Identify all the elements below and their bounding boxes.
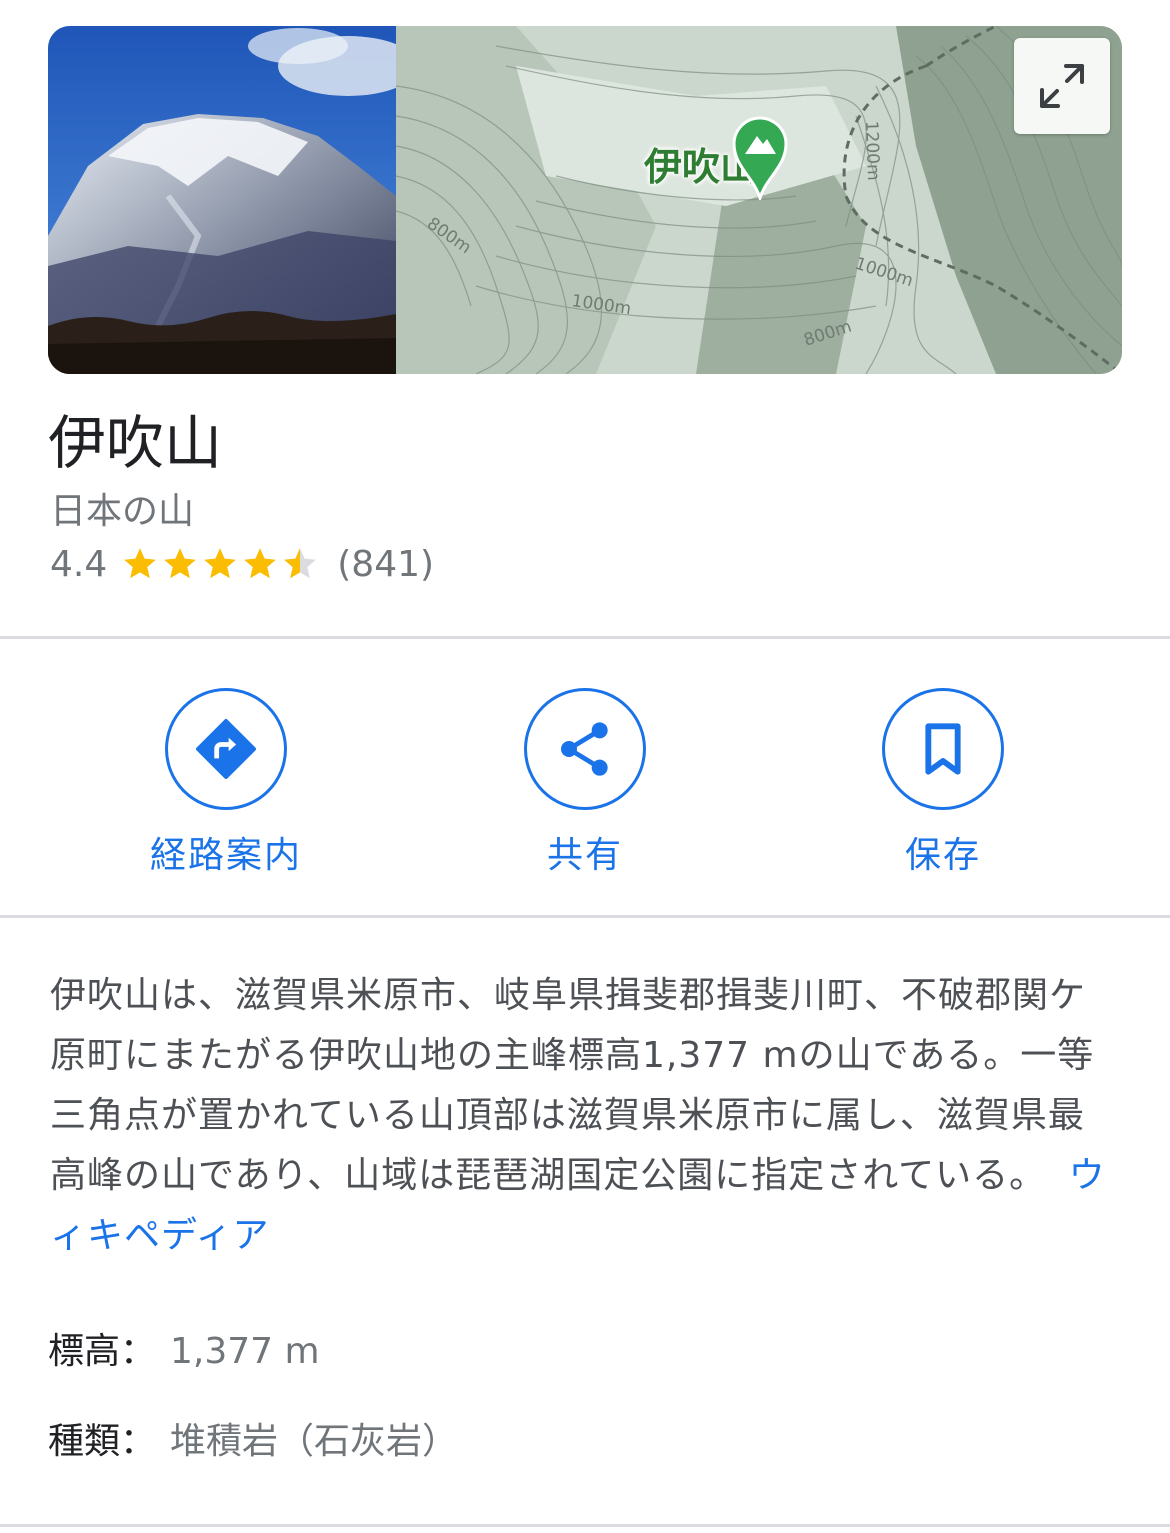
rating-value: 4.4 bbox=[50, 543, 108, 585]
hero-media: 800m 1000m 1200m 1000m 800m 伊吹山 bbox=[48, 26, 1122, 374]
star-icon bbox=[244, 548, 277, 579]
directions-label: 経路案内 bbox=[149, 835, 302, 876]
contour-label: 1200m bbox=[861, 120, 883, 180]
rating-row[interactable]: 4.4 (841) bbox=[50, 542, 434, 586]
place-title: 伊吹山 bbox=[48, 409, 223, 477]
action-bar: 経路案内 共有 保存 bbox=[0, 688, 1170, 878]
save-button[interactable]: 保存 bbox=[813, 688, 1073, 878]
directions-circle bbox=[165, 688, 287, 810]
fact-rock-type: 種類： 堆積岩（石灰岩） bbox=[48, 1412, 458, 1464]
fact-value[interactable]: 堆積岩（石灰岩） bbox=[170, 1421, 458, 1462]
save-label: 保存 bbox=[904, 835, 981, 876]
fact-value: 1,377 m bbox=[170, 1331, 320, 1372]
share-button[interactable]: 共有 bbox=[455, 688, 715, 878]
divider bbox=[0, 915, 1170, 918]
divider bbox=[0, 1524, 1170, 1527]
directions-icon bbox=[196, 719, 256, 779]
fact-key: 種類： bbox=[48, 1421, 157, 1462]
mountain-pin-icon[interactable] bbox=[730, 114, 790, 200]
mountain-photo[interactable] bbox=[48, 26, 396, 374]
share-label: 共有 bbox=[546, 835, 623, 876]
share-circle bbox=[524, 688, 646, 810]
star-rating bbox=[121, 545, 321, 583]
bookmark-icon bbox=[925, 723, 961, 775]
star-icon bbox=[124, 548, 157, 579]
expand-icon bbox=[1040, 64, 1084, 108]
star-icon bbox=[204, 548, 237, 579]
place-category: 日本の山 bbox=[50, 491, 195, 532]
divider bbox=[0, 636, 1170, 639]
share-icon bbox=[561, 722, 608, 776]
description: 伊吹山は、滋賀県米原市、岐阜県揖斐郡揖斐川町、不破郡関ケ原町にまたがる伊吹山地の… bbox=[50, 966, 1120, 1266]
fact-key: 標高： bbox=[48, 1331, 157, 1372]
fact-elevation: 標高： 1,377 m bbox=[48, 1322, 320, 1374]
save-circle bbox=[882, 688, 1004, 810]
expand-map-button[interactable] bbox=[1014, 38, 1110, 134]
star-icon bbox=[164, 548, 197, 579]
review-count[interactable]: (841) bbox=[337, 544, 434, 585]
directions-button[interactable]: 経路案内 bbox=[96, 688, 356, 878]
description-text: 伊吹山は、滋賀県米原市、岐阜県揖斐郡揖斐川町、不破郡関ケ原町にまたがる伊吹山地の… bbox=[50, 975, 1095, 1196]
half-star-icon bbox=[284, 548, 317, 579]
